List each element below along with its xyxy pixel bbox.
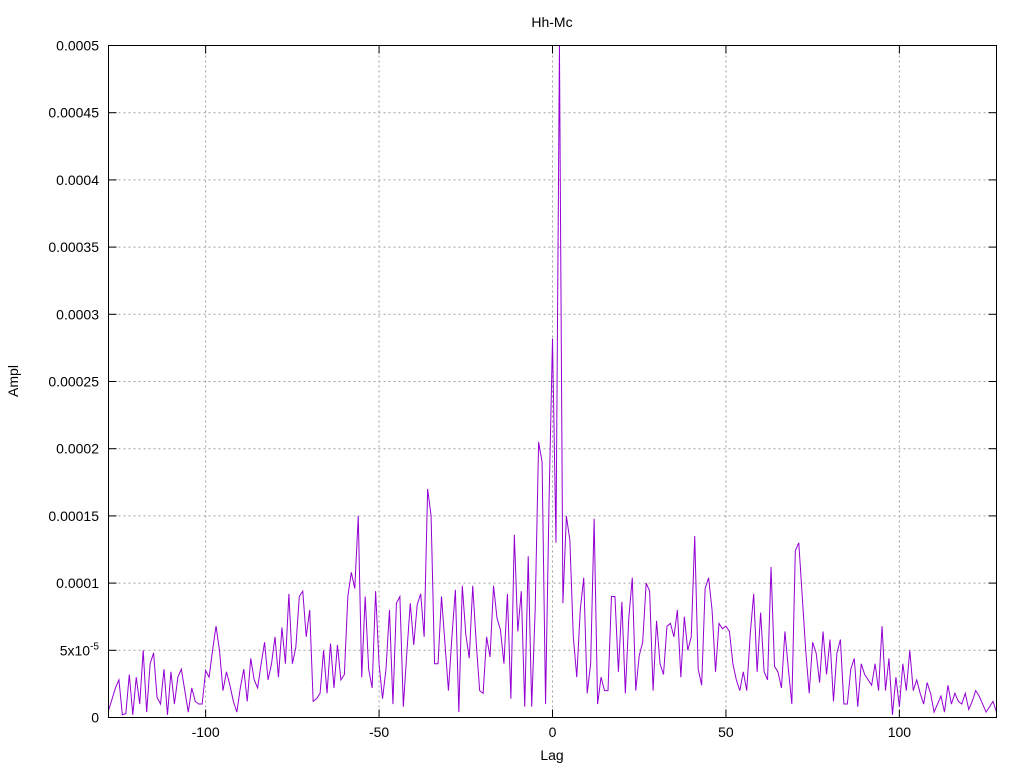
y-tick-label: 0.00025 xyxy=(48,374,99,390)
grid-lines xyxy=(108,45,997,718)
y-tick-exponent: -5 xyxy=(90,641,99,652)
x-tick-label: 0 xyxy=(549,724,557,740)
y-tick-label: 0.00045 xyxy=(48,105,99,121)
y-tick-label: 0.0005 xyxy=(56,38,99,54)
y-tick-label: 0.0001 xyxy=(56,575,99,591)
y-tick-labels: 0 5x10-5 0.0001 0.00015 0.0002 0.00025 0.0003 0… xyxy=(48,38,99,726)
x-tick-label: -100 xyxy=(192,724,220,740)
y-tick-label: 0.0004 xyxy=(56,172,99,188)
x-tick-labels: -100 -50 0 50 100 xyxy=(192,724,912,740)
y-tick-label: 0.00035 xyxy=(48,239,99,255)
y-tick-label: 0.00015 xyxy=(48,508,99,524)
y-tick-label: 0 xyxy=(91,710,99,726)
x-axis-label: Lag xyxy=(540,747,563,763)
y-axis-label: Ampl xyxy=(5,365,21,397)
x-tick-label: 100 xyxy=(888,724,912,740)
x-tick-label: 50 xyxy=(718,724,734,740)
y-tick-label: 0.0002 xyxy=(56,441,99,457)
chart: 0 5x10-5 0.0001 0.00015 0.0002 0.00025 0.0003 0… xyxy=(5,14,997,763)
y-tick-label: 5x10-5 xyxy=(60,641,100,658)
x-tick-label: -50 xyxy=(369,724,389,740)
chart-title: Hh-Mc xyxy=(531,14,572,30)
y-tick-label: 0.0003 xyxy=(56,306,99,322)
